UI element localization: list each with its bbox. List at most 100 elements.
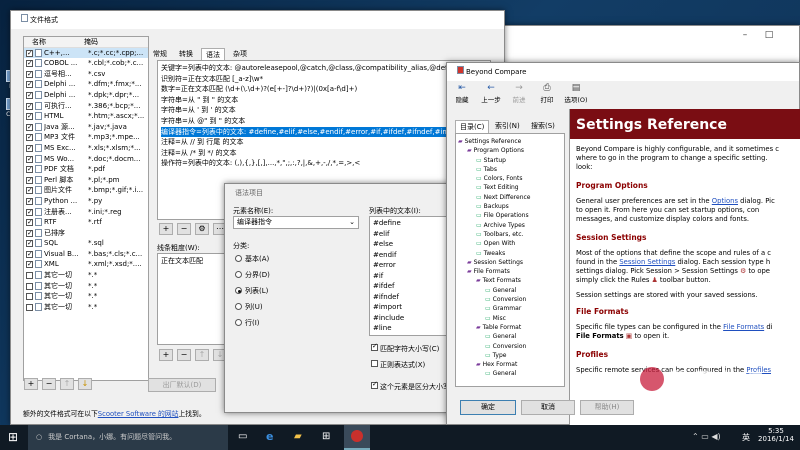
checkbox[interactable] <box>26 101 33 111</box>
category-radio[interactable]: 列(U) <box>235 302 270 318</box>
tree-item[interactable]: ▭ Open With <box>458 239 562 248</box>
tree-item[interactable]: ▭ Backups <box>458 202 562 211</box>
checkbox[interactable] <box>26 58 33 69</box>
remove-precedence-button[interactable]: − <box>177 349 191 361</box>
format-row[interactable]: Java 源... *.jav;*.java <box>24 122 148 132</box>
tree-item[interactable]: ▭ Toolbars, etc. <box>458 230 562 239</box>
grammar-row[interactable]: 关键字=列表中的文本: @autoreleasepool,@catch,@cla… <box>161 63 487 74</box>
checkbox[interactable] <box>371 360 378 367</box>
print-button[interactable]: ⎙ 打印 <box>535 83 559 104</box>
format-row[interactable]: 已排序 <box>24 228 148 238</box>
format-row[interactable]: XML *.xml;*.xsd;*.... <box>24 259 148 270</box>
tab-index[interactable]: 索引(N) <box>491 120 524 133</box>
grammar-row[interactable]: 注释=从 /* 到 */ 的文本 <box>161 148 487 159</box>
element-name-select[interactable]: 编译器指令 ⌄ <box>233 216 359 229</box>
list-text-area[interactable]: #define #elif #else #endif #error #if #ifdef #i… <box>369 216 451 336</box>
remove-format-button[interactable]: − <box>42 378 56 390</box>
grammar-row[interactable]: 字符串=从 ' 到 ' 的文本 <box>161 105 487 116</box>
clock[interactable]: 5:35 2016/1/14 <box>756 427 796 443</box>
grammar-row[interactable]: 字符串=从 " 到 " 的文本 <box>161 95 487 106</box>
column-mask[interactable]: 掩码 <box>84 37 98 47</box>
add-precedence-button[interactable]: + <box>159 349 173 361</box>
tree-item[interactable]: ▰ Program Options <box>458 146 562 155</box>
gear-icon[interactable]: ⚙ <box>195 223 209 235</box>
column-name[interactable]: 名称 <box>24 37 84 47</box>
checkbox[interactable] <box>26 259 33 270</box>
grammar-row[interactable]: 注释=从 // 到 行尾 的文本 <box>161 137 487 148</box>
tree-item[interactable]: ▭ Type <box>458 351 562 360</box>
checkbox[interactable] <box>26 79 33 90</box>
grammar-row[interactable]: 操作符=列表中的文本: (,),{,},[,],...,*,",;,:,?,|,… <box>161 158 487 169</box>
tree-item[interactable]: ▰ Text Formats <box>458 276 562 285</box>
checkbox[interactable] <box>26 303 33 311</box>
tree-item[interactable]: ▭ Next Difference <box>458 193 562 202</box>
format-row[interactable]: SQL *.sql <box>24 238 148 249</box>
tab-contents[interactable]: 目录(C) <box>455 120 490 133</box>
scooter-link[interactable]: Scooter Software 的网站 <box>98 410 179 418</box>
cancel-button[interactable]: 取消 <box>521 400 575 415</box>
checkbox[interactable] <box>26 293 33 301</box>
format-row[interactable]: MS Wo... *.doc;*.docm... <box>24 154 148 164</box>
checkbox[interactable] <box>26 249 33 259</box>
format-row[interactable]: 图片文件 *.bmp;*.gif;*.i... <box>24 185 148 196</box>
tree-item[interactable]: ▭ Conversion <box>458 295 562 304</box>
help-button[interactable]: 帮助(H) <box>580 400 634 415</box>
format-row[interactable]: 注册表... *.ini;*.reg <box>24 207 148 217</box>
checkbox[interactable] <box>26 196 33 207</box>
format-row[interactable]: 逗号相... *.csv <box>24 69 148 79</box>
category-radio[interactable]: 基本(A) <box>235 254 270 270</box>
radio-button[interactable] <box>235 271 242 278</box>
format-row[interactable]: MS Exc... *.xls;*.xlsm;*... <box>24 143 148 154</box>
tree-item[interactable]: ▭ General <box>458 332 562 341</box>
format-list[interactable]: 名称 掩码 C++,...*.c;*.cc;*.cpp;...COBOL ...… <box>23 36 149 381</box>
options-link[interactable]: Options <box>712 197 738 205</box>
tree-item[interactable]: ▭ Archive Types <box>458 221 562 230</box>
case-sensitive-check[interactable]: 这个元素是区分大小写 <box>369 380 450 392</box>
checkbox[interactable] <box>26 175 33 185</box>
format-row[interactable]: RTF *.rtf <box>24 217 148 228</box>
forward-button[interactable]: → 前进 <box>507 83 531 104</box>
session-settings-link[interactable]: Session Settings <box>619 258 675 266</box>
checkbox[interactable] <box>26 154 33 164</box>
format-row[interactable]: 其它一切 *.* <box>24 270 148 281</box>
add-format-button[interactable]: + <box>24 378 38 390</box>
format-row[interactable]: 其它一切 *.* <box>24 302 148 313</box>
tree-item[interactable]: ▭ Conversion <box>458 342 562 351</box>
checkbox[interactable] <box>26 111 33 122</box>
category-radio[interactable]: 分界(D) <box>235 270 270 286</box>
format-row[interactable]: HTML *.htm;*.ascx;*... <box>24 111 148 122</box>
category-radio[interactable]: 列表(L) <box>235 286 270 302</box>
tree-item[interactable]: ▭ Text Editing <box>458 183 562 192</box>
tree-item[interactable]: ▰ Session Settings <box>458 258 562 267</box>
tree-item[interactable]: ▭ Startup <box>458 156 562 165</box>
checkbox[interactable] <box>26 90 33 101</box>
checkbox[interactable] <box>371 342 378 351</box>
checkbox[interactable] <box>26 164 33 175</box>
tray-icons[interactable]: ⌃ ▭ ◀) <box>692 432 721 441</box>
maximize-icon[interactable]: □ <box>757 26 781 44</box>
factory-defaults-button[interactable]: 出厂默认(D) <box>148 378 216 392</box>
category-radio[interactable]: 行(I) <box>235 318 270 334</box>
checkbox[interactable] <box>26 48 33 58</box>
tree-item[interactable]: ▭ Tabs <box>458 165 562 174</box>
format-row[interactable]: PDF 文档 *.pdf <box>24 164 148 175</box>
grammar-row[interactable]: 字符串=从 @" 到 " 的文本 <box>161 116 487 127</box>
match-case-check[interactable]: 匹配字符大小写(C) <box>369 342 439 354</box>
options-button[interactable]: ▤ 选项(O) <box>561 83 591 104</box>
hide-button[interactable]: ⇤ 隐藏 <box>451 83 473 104</box>
checkbox[interactable] <box>26 228 33 238</box>
tab-search[interactable]: 搜索(S) <box>527 120 559 133</box>
grammar-row[interactable]: 识别符=正在文本匹配 [_a-z]\w* <box>161 74 487 85</box>
checkbox[interactable] <box>26 132 33 143</box>
checkbox[interactable] <box>26 122 33 132</box>
tree-item[interactable]: ▰ Settings Reference <box>458 137 562 146</box>
edge-icon[interactable]: e <box>266 430 273 443</box>
language-indicator[interactable]: 英 <box>742 432 750 443</box>
format-row[interactable]: Python ... *.py <box>24 196 148 207</box>
cortana-search[interactable]: ○ 我是 Cortana，小娜。有问题尽管问我。 <box>28 425 228 450</box>
tree-item[interactable]: ▭ Grammar <box>458 304 562 313</box>
store-icon[interactable]: ⊞ <box>322 431 330 442</box>
format-row[interactable]: COBOL ... *.cbl;*.cob;*.c... <box>24 58 148 69</box>
tree-item[interactable]: ▰ Hex Format <box>458 360 562 369</box>
radio-button[interactable] <box>235 303 242 310</box>
